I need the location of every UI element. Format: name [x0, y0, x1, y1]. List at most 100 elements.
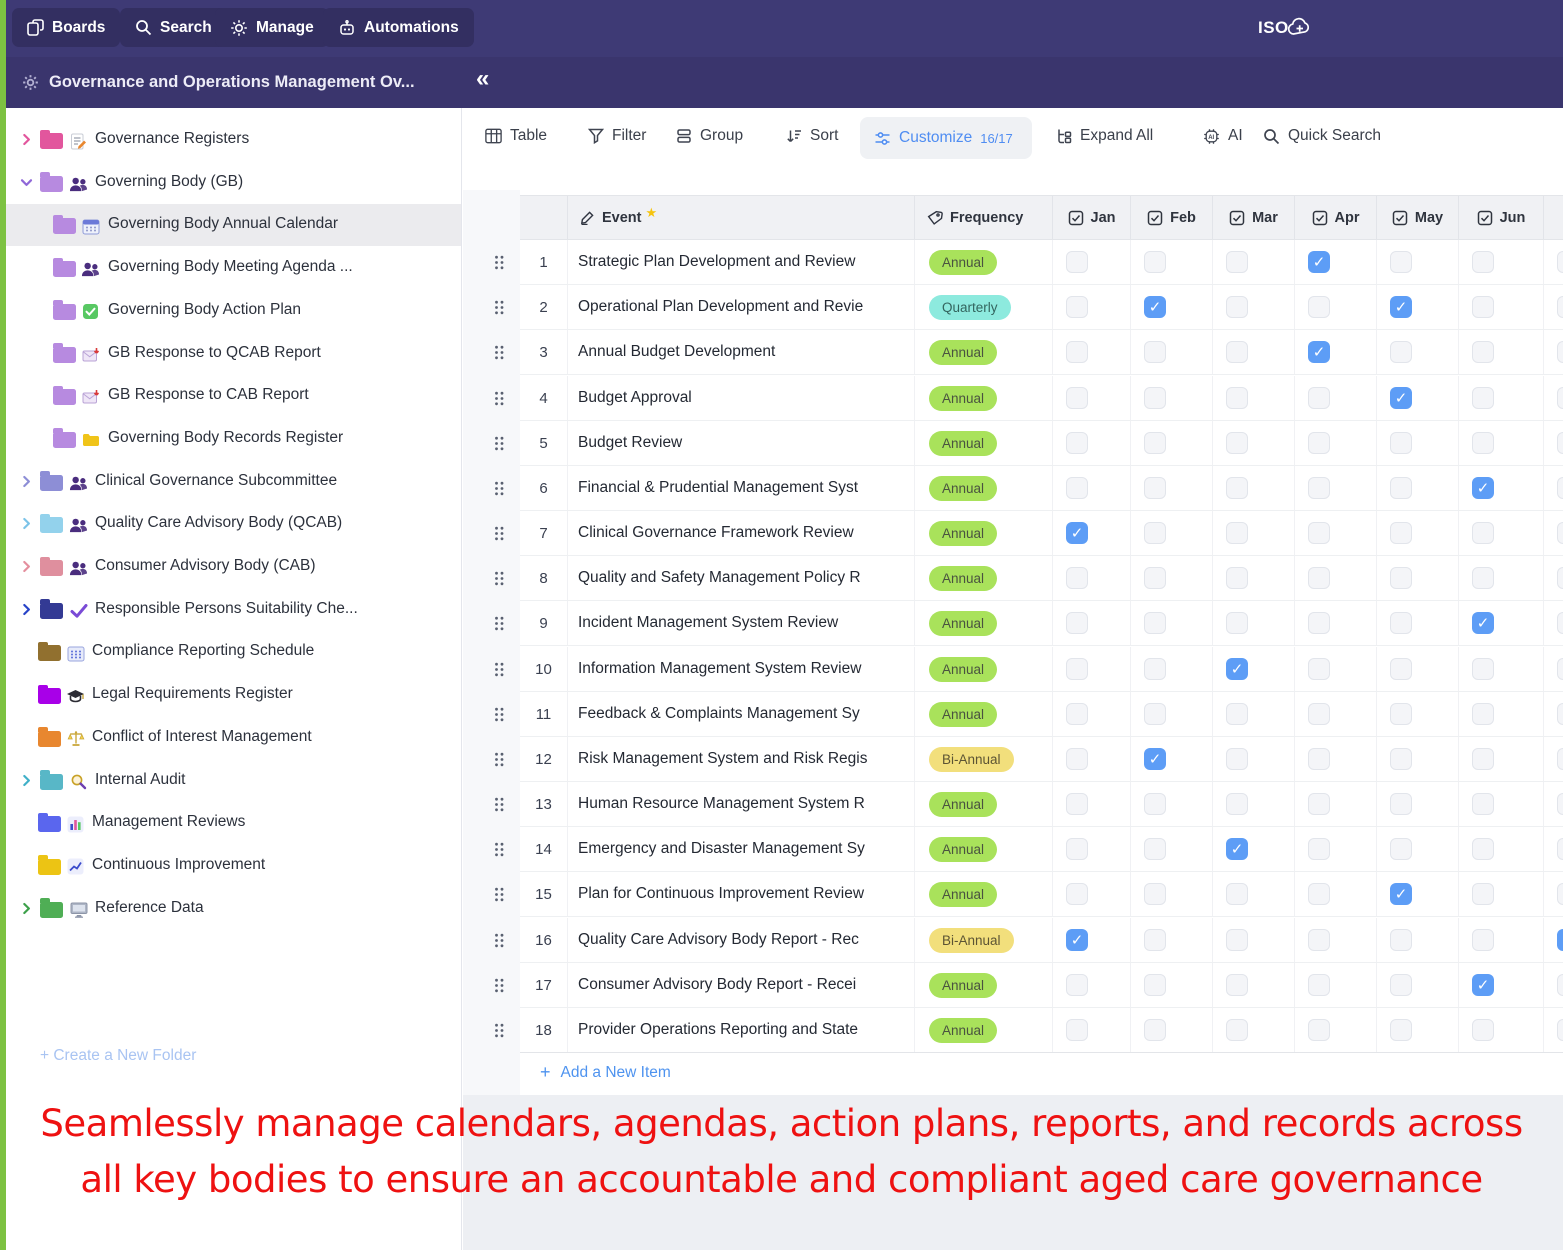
checkbox-jun-unchecked[interactable]: [1472, 703, 1494, 725]
checkbox-jun-checked[interactable]: ✓: [1472, 612, 1494, 634]
checkbox-may-unchecked[interactable]: [1390, 793, 1412, 815]
checkbox-jan-unchecked[interactable]: [1066, 387, 1088, 409]
checkbox-feb-unchecked[interactable]: [1144, 341, 1166, 363]
checkbox-feb-unchecked[interactable]: [1144, 929, 1166, 951]
event-cell[interactable]: Quality Care Advisory Body Report - Rec: [568, 918, 915, 962]
month-column-header-feb[interactable]: Feb: [1131, 196, 1213, 239]
checkbox-apr-unchecked[interactable]: [1308, 838, 1330, 860]
frequency-cell[interactable]: Bi-Annual: [915, 737, 1053, 781]
checkbox-may-unchecked[interactable]: [1390, 838, 1412, 860]
frequency-cell[interactable]: Annual: [915, 376, 1053, 420]
frequency-cell[interactable]: Annual: [915, 872, 1053, 916]
checkbox-jan-checked[interactable]: ✓: [1066, 522, 1088, 544]
checkbox-jan-unchecked[interactable]: [1066, 1019, 1088, 1041]
checkbox-feb-unchecked[interactable]: [1144, 432, 1166, 454]
checkbox-clipped[interactable]: [1557, 793, 1563, 815]
checkbox-jan-unchecked[interactable]: [1066, 251, 1088, 273]
event-cell[interactable]: Provider Operations Reporting and State: [568, 1008, 915, 1052]
checkbox-jan-unchecked[interactable]: [1066, 748, 1088, 770]
checkbox-jun-unchecked[interactable]: [1472, 793, 1494, 815]
checkbox-mar-unchecked[interactable]: [1226, 251, 1248, 273]
checkbox-may-unchecked[interactable]: [1390, 929, 1412, 951]
checkbox-jun-unchecked[interactable]: [1472, 341, 1494, 363]
frequency-cell[interactable]: Annual: [915, 692, 1053, 736]
frequency-cell[interactable]: Annual: [915, 466, 1053, 510]
checkbox-jun-unchecked[interactable]: [1472, 748, 1494, 770]
frequency-cell[interactable]: Annual: [915, 963, 1053, 1007]
frequency-cell[interactable]: Annual: [915, 601, 1053, 645]
checkbox-mar-unchecked[interactable]: [1226, 341, 1248, 363]
checkbox-jun-unchecked[interactable]: [1472, 567, 1494, 589]
checkbox-jan-unchecked[interactable]: [1066, 974, 1088, 996]
checkbox-jun-unchecked[interactable]: [1472, 522, 1494, 544]
sidebar-item-internal-audit[interactable]: Internal Audit: [0, 760, 461, 802]
checkbox-jan-unchecked[interactable]: [1066, 883, 1088, 905]
sort-button[interactable]: Sort: [786, 127, 838, 145]
checkbox-feb-unchecked[interactable]: [1144, 883, 1166, 905]
table-view-button[interactable]: Table: [485, 127, 547, 145]
checkbox-mar-unchecked[interactable]: [1226, 974, 1248, 996]
checkbox-feb-unchecked[interactable]: [1144, 567, 1166, 589]
checkbox-apr-unchecked[interactable]: [1308, 793, 1330, 815]
row-drag-handle[interactable]: [494, 933, 506, 948]
checkbox-may-unchecked[interactable]: [1390, 658, 1412, 680]
checkbox-feb-unchecked[interactable]: [1144, 387, 1166, 409]
event-cell[interactable]: Incident Management System Review: [568, 601, 915, 645]
event-cell[interactable]: Quality and Safety Management Policy R: [568, 556, 915, 600]
event-cell[interactable]: Risk Management System and Risk Regis: [568, 737, 915, 781]
checkbox-jun-unchecked[interactable]: [1472, 387, 1494, 409]
quick-search-button[interactable]: Quick Search: [1263, 127, 1381, 145]
sidebar-item-governing-body-records-register[interactable]: Governing Body Records Register: [0, 418, 461, 460]
checkbox-jun-unchecked[interactable]: [1472, 929, 1494, 951]
checkbox-feb-checked[interactable]: ✓: [1144, 748, 1166, 770]
checkbox-clipped[interactable]: [1557, 612, 1563, 634]
manage-button[interactable]: Manage: [215, 8, 329, 47]
checkbox-feb-unchecked[interactable]: [1144, 703, 1166, 725]
row-drag-handle[interactable]: [494, 391, 506, 406]
search-button[interactable]: Search: [120, 8, 227, 47]
sidebar-item-gb-response-to-cab-report[interactable]: GB Response to CAB Report: [0, 375, 461, 417]
event-cell[interactable]: Feedback & Complaints Management Sy: [568, 692, 915, 736]
checkbox-may-checked[interactable]: ✓: [1390, 883, 1412, 905]
checkbox-mar-unchecked[interactable]: [1226, 432, 1248, 454]
checkbox-feb-unchecked[interactable]: [1144, 477, 1166, 499]
row-drag-handle[interactable]: [494, 978, 506, 993]
checkbox-feb-unchecked[interactable]: [1144, 522, 1166, 544]
frequency-cell[interactable]: Bi-Annual: [915, 918, 1053, 962]
checkbox-may-unchecked[interactable]: [1390, 251, 1412, 273]
checkbox-apr-unchecked[interactable]: [1308, 296, 1330, 318]
checkbox-mar-unchecked[interactable]: [1226, 612, 1248, 634]
checkbox-clipped[interactable]: [1557, 658, 1563, 680]
checkbox-jan-unchecked[interactable]: [1066, 567, 1088, 589]
checkbox-mar-unchecked[interactable]: [1226, 748, 1248, 770]
checkbox-may-unchecked[interactable]: [1390, 748, 1412, 770]
checkbox-mar-unchecked[interactable]: [1226, 703, 1248, 725]
checkbox-feb-unchecked[interactable]: [1144, 838, 1166, 860]
checkbox-feb-unchecked[interactable]: [1144, 793, 1166, 815]
chevron-right-icon[interactable]: [20, 774, 33, 787]
month-column-header-jan[interactable]: Jan: [1053, 196, 1131, 239]
checkbox-mar-unchecked[interactable]: [1226, 793, 1248, 815]
event-cell[interactable]: Clinical Governance Framework Review: [568, 511, 915, 555]
sidebar-item-reference-data[interactable]: Reference Data: [0, 888, 461, 930]
checkbox-apr-unchecked[interactable]: [1308, 567, 1330, 589]
checkbox-may-unchecked[interactable]: [1390, 432, 1412, 454]
checkbox-feb-unchecked[interactable]: [1144, 1019, 1166, 1041]
row-drag-handle[interactable]: [494, 662, 506, 677]
checkbox-clipped[interactable]: [1557, 251, 1563, 273]
chevron-right-icon[interactable]: [20, 603, 33, 616]
checkbox-apr-unchecked[interactable]: [1308, 658, 1330, 680]
checkbox-mar-unchecked[interactable]: [1226, 883, 1248, 905]
sidebar-item-responsible-persons-suitability-che[interactable]: Responsible Persons Suitability Che...: [0, 589, 461, 631]
row-drag-handle[interactable]: [494, 436, 506, 451]
frequency-cell[interactable]: Annual: [915, 1008, 1053, 1052]
row-drag-handle[interactable]: [494, 797, 506, 812]
event-cell[interactable]: Consumer Advisory Body Report - Recei: [568, 963, 915, 1007]
checkbox-jan-unchecked[interactable]: [1066, 432, 1088, 454]
event-cell[interactable]: Plan for Continuous Improvement Review: [568, 872, 915, 916]
checkbox-mar-checked[interactable]: ✓: [1226, 838, 1248, 860]
checkbox-mar-unchecked[interactable]: [1226, 567, 1248, 589]
checkbox-clipped[interactable]: [1557, 477, 1563, 499]
checkbox-mar-unchecked[interactable]: [1226, 296, 1248, 318]
checkbox-jan-unchecked[interactable]: [1066, 341, 1088, 363]
